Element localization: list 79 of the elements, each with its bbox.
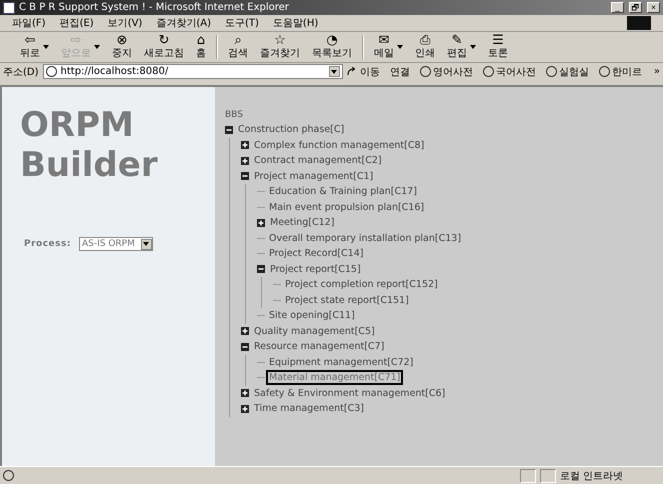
tree-item[interactable]: Construction phase[C] [235,122,348,138]
expand-icon[interactable] [241,156,249,165]
toolbar-button[interactable]: ✎ 편집 [441,34,482,60]
process-select[interactable]: AS-IS ORPM [78,237,153,251]
expand-icon[interactable] [241,404,249,413]
browser-icon [3,2,15,14]
menu-item[interactable]: 도구(T) [225,16,259,30]
caret-icon [331,70,338,74]
expand-icon[interactable] [241,141,249,150]
toolbar-button[interactable]: ⊗ 중지 [106,34,138,60]
tree-item[interactable]: Quality management[C5] [251,324,378,339]
go-button[interactable]: 이동 [360,64,380,78]
toolbar-button[interactable]: ✉ 메일 [368,34,409,60]
page-icon [46,66,57,77]
toolbar-button[interactable]: ⌕ 검색 [222,34,254,60]
expand-icon[interactable] [241,327,249,336]
menu-item[interactable]: 도움말(H) [272,16,318,30]
collapse-icon[interactable] [241,172,249,180]
link-button[interactable]: 영어사전 [420,64,473,78]
expand-icon[interactable] [257,218,265,227]
tree-item[interactable]: Complex function management[C8] [251,138,428,153]
tree-item[interactable]: Project state report[C151] [282,292,412,308]
tree-item[interactable]: Equipment management[C72] [266,354,416,370]
page-icon [3,470,14,481]
tree-item[interactable]: Time management[C3] [251,401,367,416]
link-button[interactable]: 국어사전 [482,64,536,78]
menu-item[interactable]: 파일(F) [12,16,46,30]
toolbar-button[interactable]: ⎙ 인쇄 [409,34,441,60]
link-button[interactable]: 한미르 [598,64,642,78]
tree-item[interactable]: Project Record[C14] [266,246,366,262]
menu-item[interactable]: 편집(E) [60,16,94,30]
go-icon[interactable] [346,67,356,76]
toolbar-button[interactable]: ⇦ 뒤로 [14,34,55,60]
menu-item[interactable]: 보기(V) [108,16,142,30]
tree-item[interactable]: Meeting[C12] [267,215,338,230]
tree-item[interactable]: Main event propulsion plan[C16] [266,200,428,215]
caret-icon [94,45,100,49]
toolbar-button[interactable]: ☰ 토론 [482,34,514,60]
collapse-icon[interactable] [241,342,249,351]
window-title: C B P R Support System ! - Microsoft Internet Explorer [19,2,290,13]
caret-icon [43,45,49,49]
app-title: Builder [20,145,159,185]
status-pane [540,468,556,482]
window-button[interactable]: _ [611,2,624,13]
collapse-icon[interactable] [257,265,265,274]
tree-item[interactable]: Overall temporary installation plan[C13] [266,230,464,246]
link-button[interactable]: 실험실 [546,64,589,78]
toolbar-button[interactable]: ◔ 목록보기 [306,34,358,60]
status-pane [520,468,536,482]
dropdown-button[interactable] [328,66,340,77]
tree-item[interactable]: Project management[C1] [251,168,376,184]
caret-icon [470,45,476,49]
tree-item[interactable]: Resource management[C7] [251,339,388,354]
caret-icon [397,45,403,49]
logo-icon [627,16,651,30]
address-field[interactable]: http://localhost:8080/ [42,64,343,79]
tree-item[interactable]: Project completion report[C152] [282,277,441,292]
address-label: 주소(D) [3,66,39,78]
caret-icon [143,242,150,246]
toolbar-button[interactable]: ⌂ 홈 [190,34,212,60]
app-title: ORPM [20,105,135,145]
menu-item[interactable]: 즐겨찾기(A) [156,16,211,30]
dropdown-button[interactable] [140,238,152,250]
tree-item[interactable]: Education & Training plan[C17] [266,184,420,200]
tree-item[interactable]: Contract management[C2] [251,153,385,168]
expand-icon[interactable] [241,389,249,398]
collapse-icon[interactable] [225,126,233,134]
tree-root: BBS [225,109,244,122]
tree-item[interactable]: Site opening[C11] [266,308,358,324]
more-button[interactable]: » [654,66,660,77]
zone-label: 로컬 인트라넷 [560,470,624,482]
toolbar-button[interactable]: ☆ 즐겨찾기 [254,34,306,60]
links-label: 연결 [390,66,410,78]
window-button[interactable]: 🗗 [629,2,642,13]
tree-item[interactable]: Safety & Environment management[C6] [251,386,448,401]
tree-item[interactable]: Project report[C15] [267,262,364,277]
toolbar-button[interactable]: ↻ 새로고침 [138,34,190,60]
process-label: Process: [24,239,71,249]
window-button[interactable]: × [647,2,660,13]
